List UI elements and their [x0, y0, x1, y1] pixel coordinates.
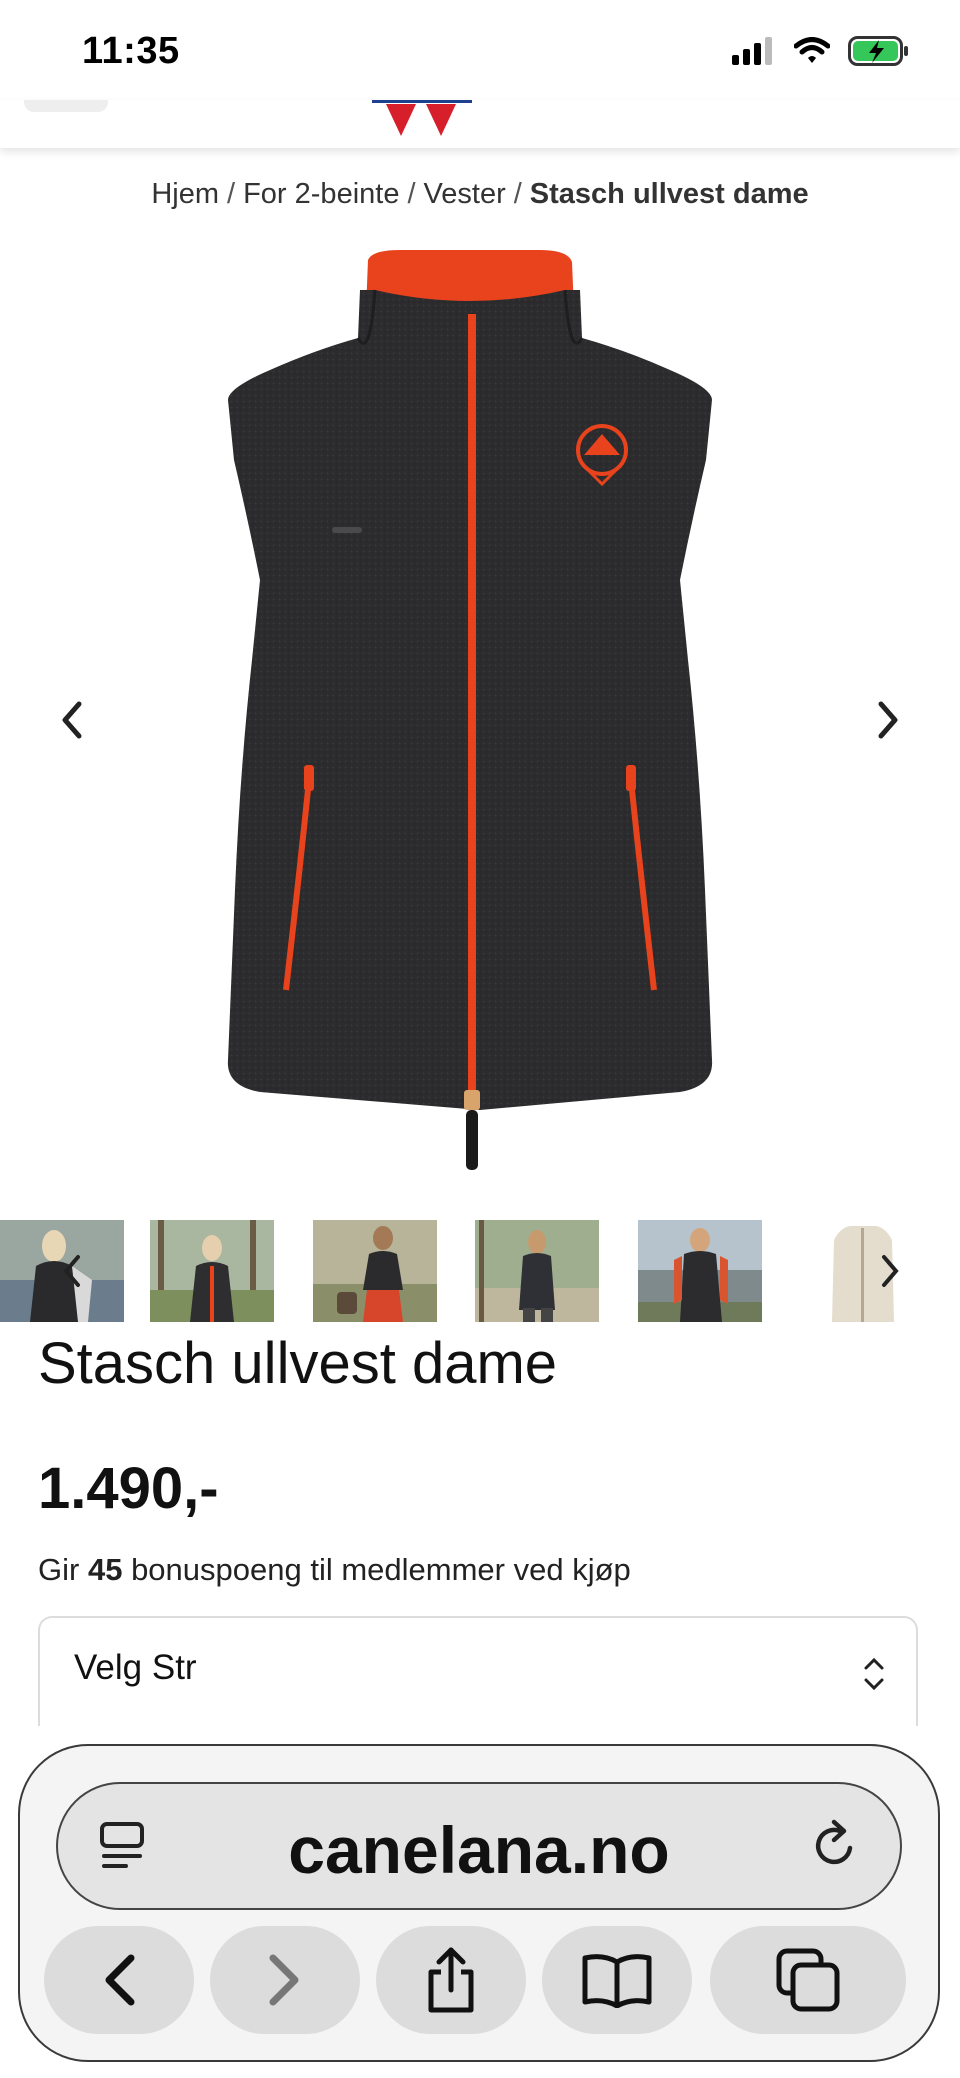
book-icon	[582, 1954, 652, 2008]
back-icon	[105, 1954, 135, 2006]
battery-charging-icon	[848, 36, 908, 66]
thumbnail[interactable]	[313, 1220, 437, 1322]
breadcrumb-separator: /	[227, 178, 236, 210]
share-icon	[428, 1947, 474, 2013]
gallery-next-button[interactable]	[858, 690, 918, 750]
tabs-button[interactable]	[710, 1926, 906, 2034]
url-text[interactable]: canelana.no	[58, 1812, 900, 1888]
signal-icon	[732, 37, 772, 65]
reload-icon[interactable]	[810, 1818, 860, 1872]
site-header	[0, 100, 960, 148]
bonus-prefix: Gir	[38, 1552, 80, 1587]
thumbnail-next-button[interactable]	[870, 1246, 910, 1296]
bonus-points: 45	[87, 1552, 123, 1587]
chevron-left-icon	[63, 1255, 80, 1287]
chevron-left-icon	[62, 701, 82, 739]
breadcrumb-separator: /	[407, 178, 416, 210]
product-main-image[interactable]	[200, 250, 740, 1200]
breadcrumb: Hjem / For 2-beinte / Vester / Stasch ullvest …	[0, 178, 960, 211]
breadcrumb-home[interactable]: Hjem	[151, 178, 219, 210]
menu-button[interactable]	[24, 100, 108, 112]
site-logo[interactable]	[372, 100, 472, 140]
address-bar[interactable]: canelana.no	[56, 1782, 902, 1910]
browser-toolbar: canelana.no	[18, 1744, 940, 2062]
gallery-prev-button[interactable]	[42, 690, 102, 750]
forward-button[interactable]	[210, 1926, 360, 2034]
tabs-icon	[776, 1948, 840, 2012]
breadcrumb-vester[interactable]: Vester	[424, 178, 506, 210]
product-price: 1.490,-	[38, 1456, 219, 1521]
breadcrumb-separator: /	[513, 178, 522, 210]
breadcrumb-current: Stasch ullvest dame	[529, 178, 809, 210]
forward-icon	[269, 1954, 299, 2006]
status-icons	[730, 36, 910, 66]
chevron-right-icon	[882, 1255, 899, 1287]
size-select[interactable]: Velg Str	[38, 1616, 918, 1726]
chevron-right-icon	[878, 701, 898, 739]
thumbnail-prev-button[interactable]	[52, 1246, 92, 1296]
bookmarks-button[interactable]	[542, 1926, 692, 2034]
thumbnail[interactable]	[475, 1220, 599, 1322]
status-time: 11:35	[82, 30, 180, 72]
chevron-up-down-icon	[864, 1657, 884, 1691]
share-button[interactable]	[376, 1926, 526, 2034]
thumbnail[interactable]	[150, 1220, 274, 1322]
bonus-suffix: bonuspoeng til medlemmer ved kjøp	[131, 1552, 631, 1587]
bonus-info: Gir 45 bonuspoeng til medlemmer ved kjøp	[38, 1552, 631, 1588]
back-button[interactable]	[44, 1926, 194, 2034]
breadcrumb-for-2-beinte[interactable]: For 2-beinte	[243, 178, 399, 210]
thumbnail-strip	[0, 1220, 960, 1322]
thumbnail[interactable]	[638, 1220, 762, 1322]
size-select-label: Velg Str	[74, 1648, 197, 1687]
product-title: Stasch ullvest dame	[38, 1331, 558, 1396]
status-bar: 11:35	[0, 0, 960, 100]
wifi-icon	[794, 37, 830, 63]
